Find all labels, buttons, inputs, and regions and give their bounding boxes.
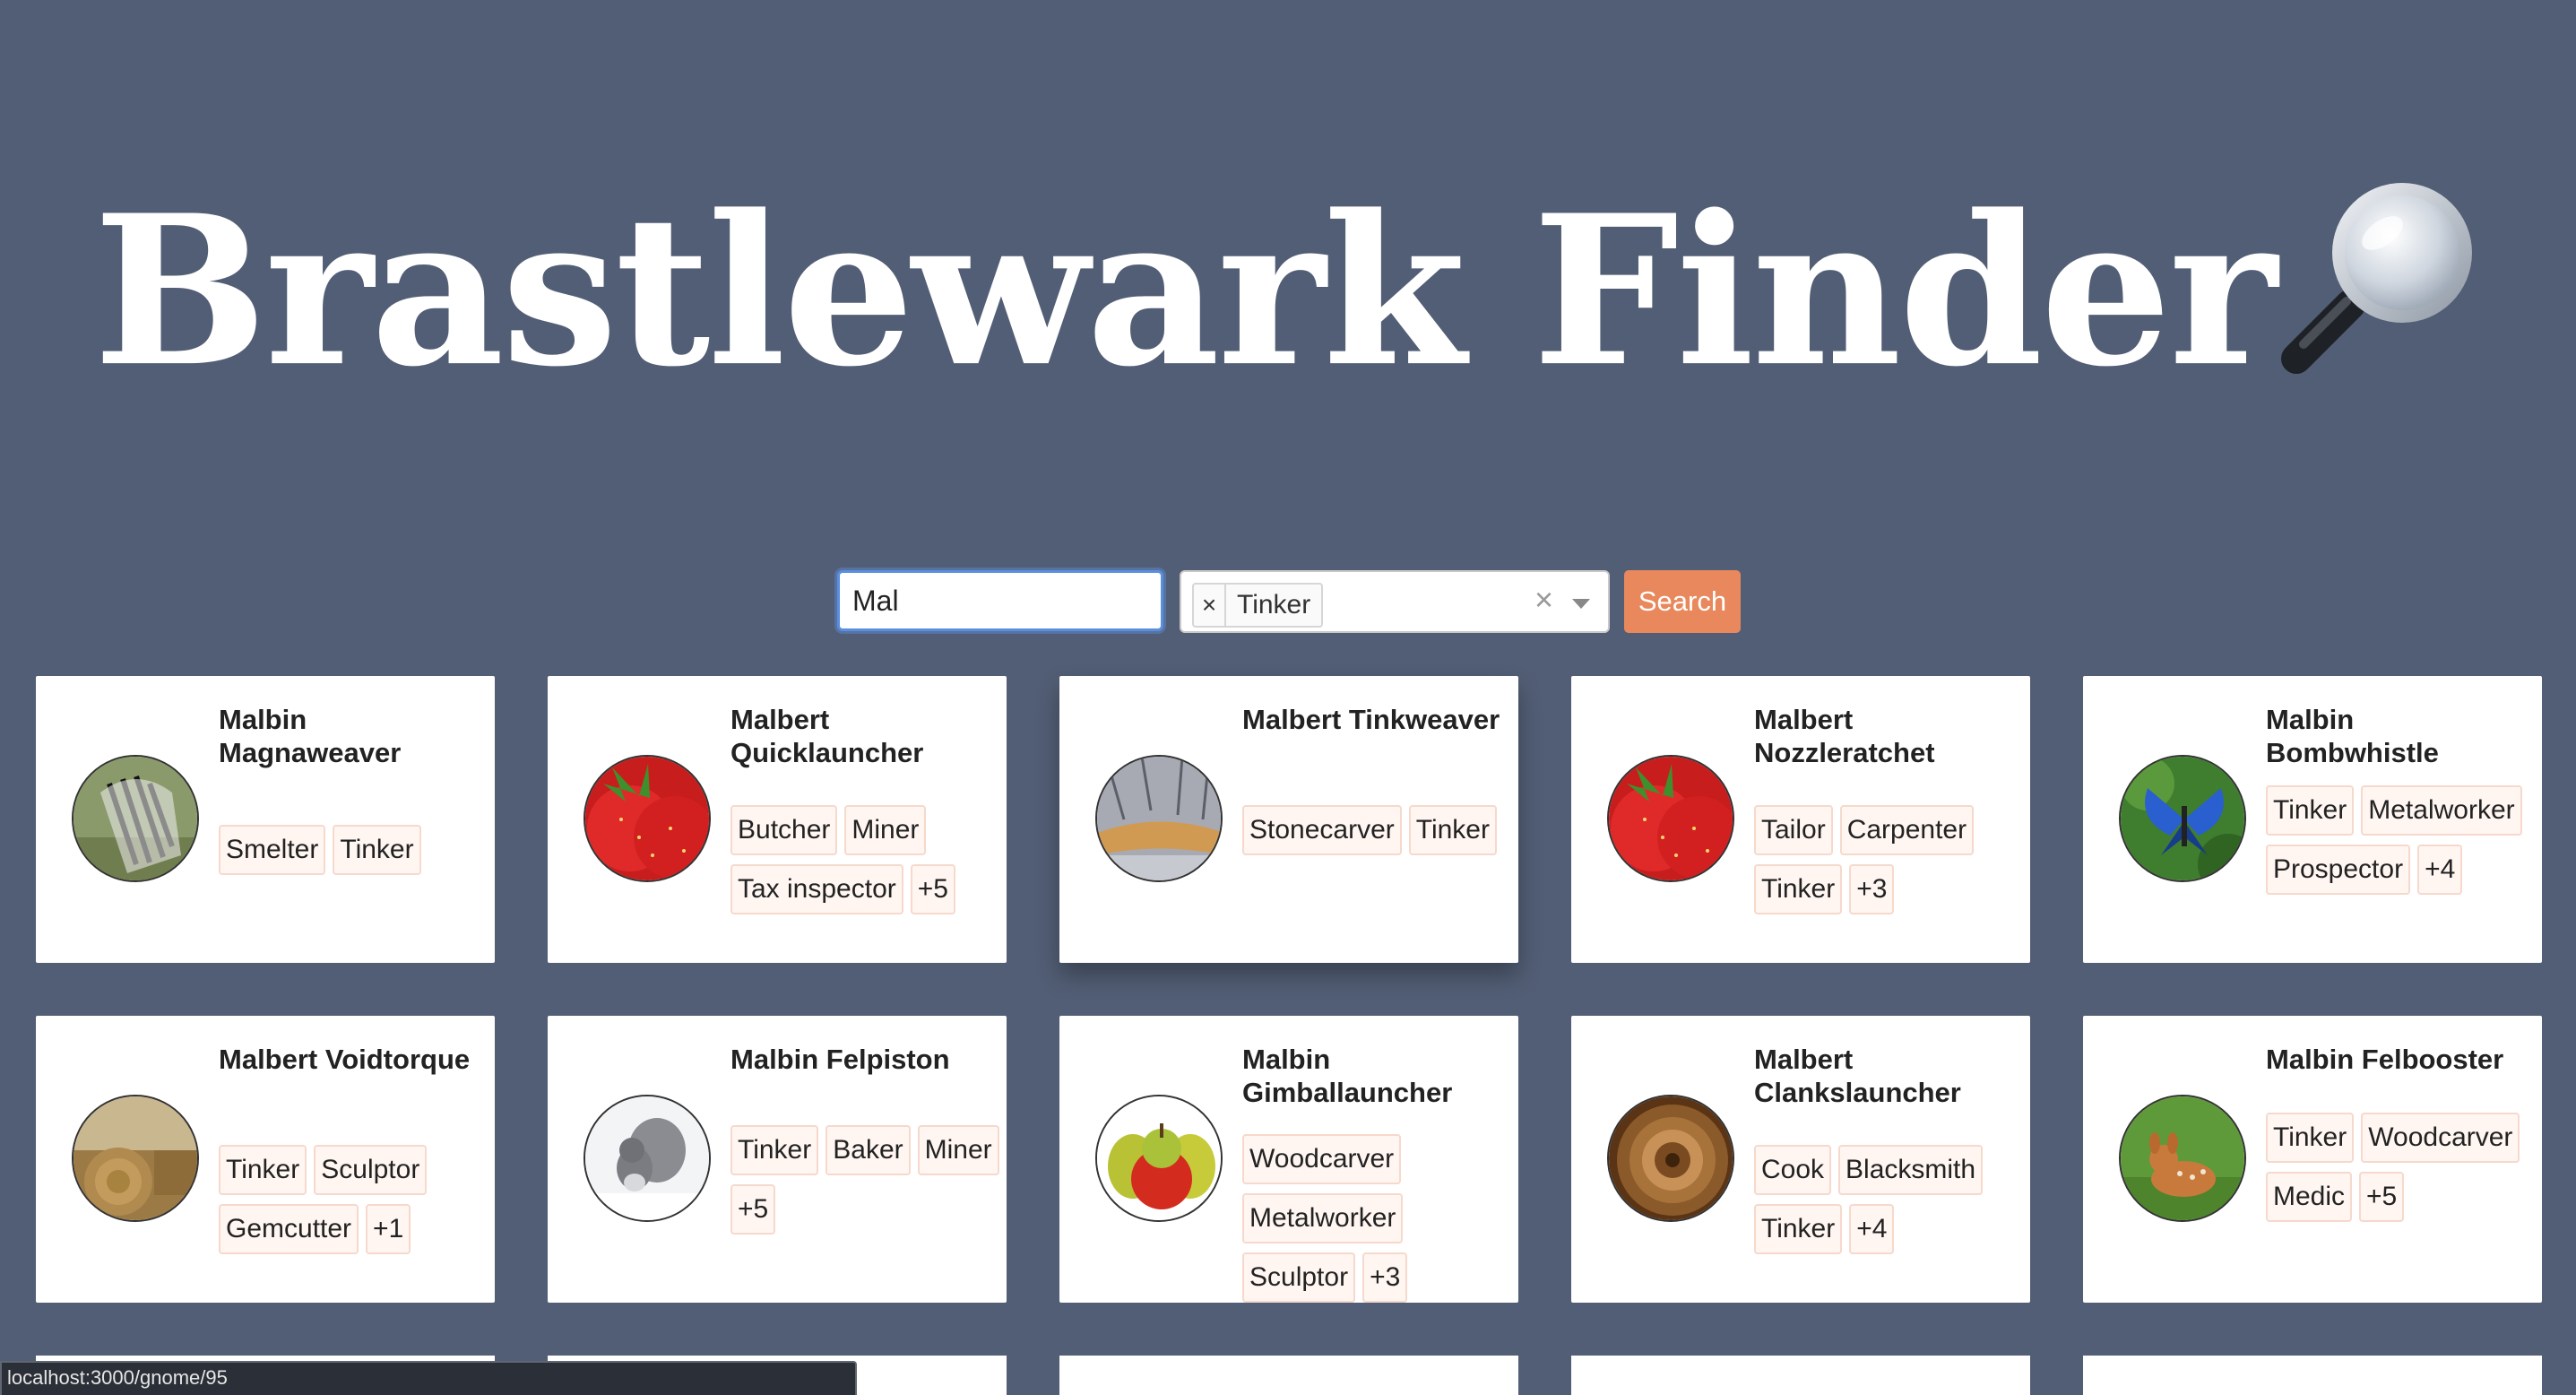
status-bar-url: localhost:3000/gnome/95 — [0, 1361, 857, 1395]
selected-profession-chip: × Tinker — [1192, 583, 1324, 628]
hay-bales-photo — [72, 1095, 199, 1222]
profession-tag: Medic — [2266, 1172, 2353, 1222]
gnome-card[interactable]: Malbert Clankslauncher Cook Blacksmith T… — [1571, 1016, 2030, 1303]
profession-tag: Tinker — [730, 1125, 819, 1175]
name-search-input[interactable] — [837, 570, 1163, 631]
profession-tag: Gemcutter — [219, 1204, 359, 1254]
profession-tags: Stonecarver Tinker — [1242, 805, 1511, 855]
profession-tag: Miner — [844, 805, 927, 855]
gnome-card[interactable]: Malbert Tinkweaver Stonecarver Tinker — [1059, 676, 1518, 963]
profession-tag: Sculptor — [1242, 1252, 1356, 1303]
profession-tag: Carpenter — [1839, 805, 1975, 855]
more-professions-tag: +1 — [366, 1204, 411, 1254]
page-title: Brastlewark Finder — [0, 161, 2576, 403]
profession-tags: Woodcarver Metalworker Sculptor +3 — [1242, 1134, 1511, 1303]
profession-tag: Woodcarver — [1242, 1134, 1402, 1184]
gnome-name: Malbin Felbooster — [2266, 1044, 2504, 1075]
profession-tag: Tinker — [1408, 805, 1497, 855]
page-title-text: Brastlewark Finder — [93, 170, 2278, 413]
gnome-name: Malbert Voidtorque — [219, 1044, 471, 1075]
selected-profession-label: Tinker — [1237, 590, 1311, 620]
butterfly-photo — [2119, 755, 2246, 882]
profession-tag: Sculptor — [314, 1145, 428, 1195]
gnome-name: Malbert Nozzleratchet — [1754, 704, 1935, 768]
fawn-photo — [2119, 1095, 2246, 1222]
more-professions-tag: +4 — [2417, 845, 2463, 895]
profession-tags: Tinker Baker Miner +5 — [730, 1125, 999, 1235]
gnome-card[interactable]: Malbin Gimballauncher Woodcarver Metalwo… — [1059, 1016, 1518, 1303]
profession-tag: Baker — [826, 1125, 911, 1175]
strawberries-photo — [1607, 755, 1734, 882]
more-professions-tag: +5 — [910, 864, 955, 914]
profession-tag: Tax inspector — [730, 864, 903, 914]
profession-select[interactable]: × Tinker × — [1180, 570, 1610, 633]
profession-tags: Tinker Woodcarver Medic +5 — [2266, 1113, 2535, 1222]
profession-tag: Tinker — [333, 825, 421, 875]
gnome-name: Malbin Gimballauncher — [1242, 1044, 1453, 1108]
profession-tag: Tinker — [1754, 864, 1843, 914]
winter-stream-photo — [1095, 755, 1223, 882]
profession-tags: Cook Blacksmith Tinker +4 — [1754, 1145, 2023, 1254]
profession-tag: Metalworker — [2361, 785, 2522, 836]
profession-tag: Tinker — [219, 1145, 307, 1195]
profession-tag: Prospector — [2266, 845, 2411, 895]
profession-tags: Tinker Metalworker Prospector +4 — [2266, 785, 2535, 895]
gnome-card[interactable]: Malbin Felbooster Tinker Woodcarver Medi… — [2083, 1016, 2542, 1303]
strawberries-photo — [583, 755, 711, 882]
gnome-card[interactable]: Malbin Magnaweaver Smelter Tinker — [36, 676, 495, 963]
gnome-name: Malbert Quicklauncher — [730, 704, 924, 768]
gnome-card[interactable]: Malbin Bombwhistle Tinker Metalworker Pr… — [2083, 676, 2542, 963]
more-professions-tag: +5 — [730, 1184, 776, 1235]
more-professions-tag: +3 — [1849, 864, 1895, 914]
gnome-name: Malbert Clankslauncher — [1754, 1044, 1961, 1108]
search-button[interactable]: Search — [1624, 570, 1741, 633]
profession-tag: Tinker — [2266, 1113, 2355, 1163]
profession-tag: Blacksmith — [1838, 1145, 1984, 1195]
profession-tags: Smelter Tinker — [219, 825, 488, 875]
more-professions-tag: +5 — [2359, 1172, 2405, 1222]
gnome-card[interactable]: Malbert Quicklauncher Butcher Miner Tax … — [548, 676, 1007, 963]
gnome-card[interactable]: Malbert Voidtorque Tinker Sculptor Gemcu… — [36, 1016, 495, 1303]
dropdown-caret-icon[interactable] — [1572, 599, 1590, 609]
profession-tag: Stonecarver — [1242, 805, 1402, 855]
profession-tag: Cook — [1754, 1145, 1832, 1195]
profession-tag: Metalworker — [1242, 1193, 1404, 1243]
profession-tag: Tailor — [1754, 805, 1833, 855]
gnome-card-partial[interactable] — [1059, 1356, 1518, 1395]
profession-tag: Butcher — [730, 805, 838, 855]
profession-tags: Butcher Miner Tax inspector +5 — [730, 805, 999, 914]
profession-tag: Tinker — [1754, 1204, 1843, 1254]
magnifying-glass-icon — [2277, 170, 2483, 377]
profession-tag: Tinker — [2266, 785, 2355, 836]
apples-pears-photo — [1095, 1095, 1223, 1222]
clear-selection-icon[interactable]: × — [1534, 581, 1553, 619]
gnome-name: Malbert Tinkweaver — [1242, 704, 1500, 735]
wooden-bowl-photo — [1607, 1095, 1734, 1222]
profession-tag: Miner — [917, 1125, 999, 1175]
profession-tag: Smelter — [219, 825, 326, 875]
gnome-name: Malbin Felpiston — [730, 1044, 950, 1075]
gnome-name: Malbin Bombwhistle — [2266, 704, 2439, 768]
squirrel-photo — [583, 1095, 711, 1222]
more-professions-tag: +3 — [1362, 1252, 1408, 1303]
remove-chip-icon[interactable]: × — [1194, 585, 1226, 626]
gnome-card-partial[interactable] — [1571, 1356, 2030, 1395]
profession-tags: Tailor Carpenter Tinker +3 — [1754, 805, 2023, 914]
gnome-card[interactable]: Malbert Nozzleratchet Tailor Carpenter T… — [1571, 676, 2030, 963]
gnome-card-partial[interactable] — [2083, 1356, 2542, 1395]
search-bar: × Tinker × Search — [0, 570, 2576, 635]
gnome-card[interactable]: Malbin Felpiston Tinker Baker Miner +5 — [548, 1016, 1007, 1303]
gnome-name: Malbin Magnaweaver — [219, 704, 402, 768]
more-professions-tag: +4 — [1849, 1204, 1895, 1254]
profession-tags: Tinker Sculptor Gemcutter +1 — [219, 1145, 488, 1254]
zebra-photo — [72, 755, 199, 882]
profession-tag: Woodcarver — [2361, 1113, 2520, 1163]
